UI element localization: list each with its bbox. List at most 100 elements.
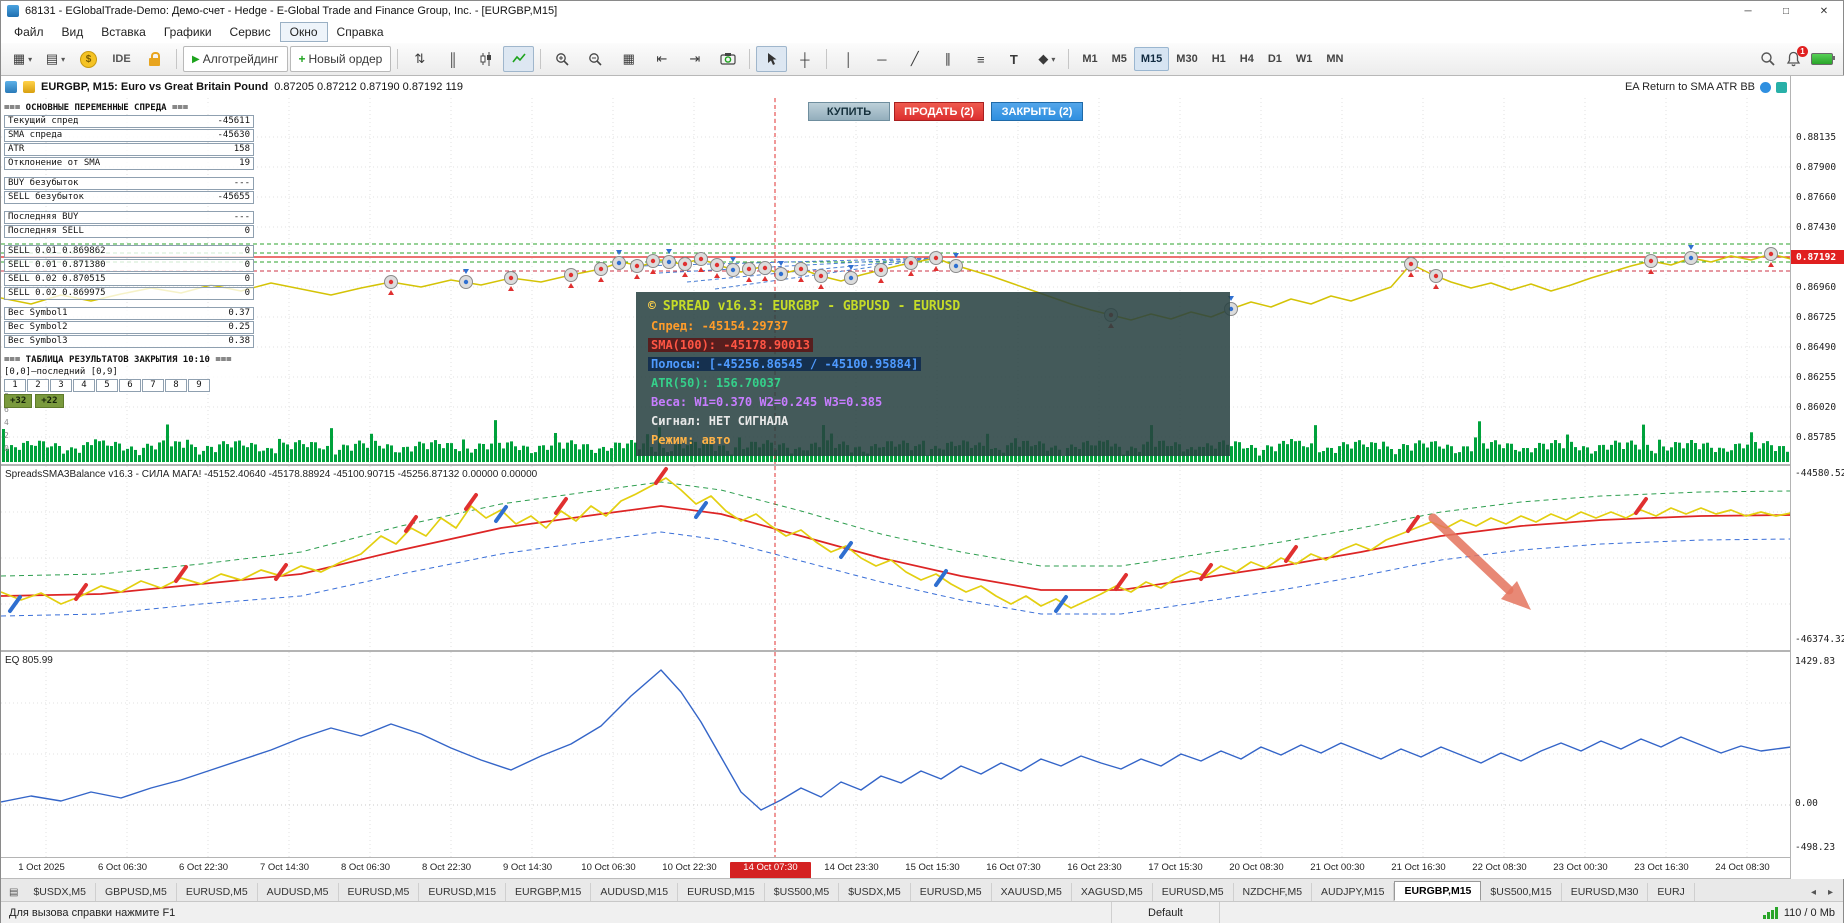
market-watch-button[interactable]: $: [73, 46, 104, 72]
menu-item[interactable]: Сервис: [221, 23, 280, 41]
chart-tab[interactable]: NZDCHF,M5: [1234, 883, 1313, 901]
row-value: 0: [244, 288, 250, 298]
crosshair-button[interactable]: ┼: [789, 46, 820, 72]
zoom-out-button[interactable]: [580, 46, 611, 72]
tabs-scroll-right-icon[interactable]: ▸: [1822, 884, 1839, 901]
cursor-button[interactable]: [756, 46, 788, 72]
sort-button[interactable]: ⇅: [404, 46, 435, 72]
chart-ohlc-values: 0.87205 0.87212 0.87190 0.87192 119: [274, 81, 463, 93]
price-scale-label: 0.87660: [1796, 191, 1837, 203]
new-order-button[interactable]: + Новый ордер: [289, 46, 392, 72]
chart-tab[interactable]: AUDJPY,M15: [1312, 883, 1395, 901]
fibonacci-button[interactable]: ≡: [965, 46, 996, 72]
price-scale-label: 0.87430: [1796, 221, 1837, 233]
equity-indicator-chart[interactable]: [1, 652, 1791, 857]
menu-item[interactable]: Вид: [53, 23, 93, 41]
zoom-in-button[interactable]: [547, 46, 578, 72]
price-scale-labels: 0.88135 0.87900 0.87660 0.87430 0.87192 0.869…: [1791, 122, 1844, 452]
sell-button[interactable]: ПРОДАТЬ (2): [894, 102, 984, 121]
chart-tab[interactable]: EURGBP,M15: [506, 883, 592, 901]
chart-tab[interactable]: XAGUSD,M5: [1072, 883, 1153, 901]
window-title: 68131 - EGlobalTrade-Demo: Демо-счет - H…: [25, 5, 558, 17]
panel-separator[interactable]: [1, 464, 1844, 466]
timeframe-button[interactable]: H4: [1233, 47, 1261, 71]
lock-button[interactable]: [139, 46, 170, 72]
chart-tab[interactable]: EURGBP,M15: [1394, 881, 1482, 901]
chart-tab[interactable]: $USDX,M5: [24, 883, 96, 901]
trendline-button[interactable]: ╱: [899, 46, 930, 72]
close-positions-button[interactable]: ЗАКРЫТЬ (2): [991, 102, 1083, 121]
search-icon[interactable]: [1760, 51, 1776, 67]
chart-tab[interactable]: GBPUSD,M5: [96, 883, 177, 901]
ide-button[interactable]: IDE: [106, 46, 137, 72]
horizontal-line-button[interactable]: ─: [866, 46, 897, 72]
panel-separator[interactable]: [1, 650, 1844, 652]
tabs-menu-icon[interactable]: ▤: [3, 884, 24, 901]
chart-tab[interactable]: EURUSD,M30: [1562, 883, 1649, 901]
time-axis-label: 9 Oct 14:30: [502, 862, 553, 873]
zoom-in-icon: [556, 52, 569, 66]
chart-tab[interactable]: EURUSD,M5: [1153, 883, 1234, 901]
profiles-button[interactable]: ▤ ▾: [40, 46, 71, 72]
spread-indicator-chart[interactable]: [1, 466, 1791, 650]
maximize-button[interactable]: □: [1767, 1, 1805, 21]
timeframe-button[interactable]: M1: [1075, 47, 1104, 71]
price-scale-label: 0.86020: [1796, 401, 1837, 413]
chart-tab[interactable]: AUDUSD,M15: [591, 883, 679, 901]
algo-trading-button[interactable]: ▶ Алготрейдинг: [183, 46, 288, 72]
menu-item[interactable]: Справка: [328, 23, 393, 41]
tabs-scroll-left-icon[interactable]: ◂: [1805, 884, 1822, 901]
timeframe-button[interactable]: M30: [1169, 47, 1204, 71]
screenshot-button[interactable]: [712, 46, 743, 72]
table-row: Вес Symbol2 0.25: [4, 321, 254, 334]
time-axis-label: 14 Oct 07:30: [730, 862, 811, 879]
results-subtitle: [0,0]—последний [0,9]: [4, 367, 254, 378]
minimize-button[interactable]: ─: [1729, 1, 1767, 21]
auto-scroll-button[interactable]: ⇥: [679, 46, 710, 72]
text-tool-button[interactable]: T: [998, 46, 1029, 72]
chart-tab[interactable]: EURUSD,M5: [177, 883, 258, 901]
timeframe-button[interactable]: MN: [1319, 47, 1350, 71]
chart-tab[interactable]: $USDX,M5: [839, 883, 911, 901]
timeframe-button[interactable]: M15: [1133, 47, 1170, 71]
row-label: ATR: [8, 144, 25, 154]
chart-tab[interactable]: XAUUSD,M5: [992, 883, 1072, 901]
buy-button[interactable]: КУПИТЬ: [808, 102, 890, 121]
info-panel-row: Полосы: [-45256.86545 / -45100.95884]: [648, 357, 922, 371]
time-axis-label: 16 Oct 23:30: [1067, 862, 1122, 873]
info-panel-title-row: © SPREAD v16.3: EURGBP - GBPUSD - EURUSD: [648, 299, 1218, 314]
timeframe-button[interactable]: W1: [1289, 47, 1320, 71]
channel-button[interactable]: ∥: [932, 46, 963, 72]
shapes-button[interactable]: ◆ ▾: [1031, 46, 1062, 72]
chart-tab[interactable]: EURUSD,M5: [911, 883, 992, 901]
menu-item[interactable]: Файл: [5, 23, 53, 41]
menu-item[interactable]: Вставка: [92, 23, 155, 41]
menu-item[interactable]: Окно: [279, 22, 328, 42]
grid-button[interactable]: ▦: [613, 46, 644, 72]
candle-chart-button[interactable]: [470, 46, 501, 72]
chart-tab[interactable]: EURUSD,M5: [339, 883, 420, 901]
close-button[interactable]: ✕: [1805, 1, 1843, 21]
time-axis[interactable]: 1 Oct 2025 6 Oct 06:30 6 Oct 22:30 7 Oct 14…: [1, 857, 1791, 879]
line-chart-button[interactable]: [503, 46, 535, 72]
price-scale[interactable]: 0.88135 0.87900 0.87660 0.87430 0.87192 0.869…: [1790, 76, 1844, 879]
bar-chart-button[interactable]: ║: [437, 46, 468, 72]
chart-tab[interactable]: EURUSD,M15: [419, 883, 507, 901]
timeframe-button[interactable]: M5: [1105, 47, 1134, 71]
notifications-button[interactable]: 1: [1786, 46, 1808, 67]
chart-tab[interactable]: EURJ: [1648, 883, 1695, 901]
chart-tab[interactable]: EURUSD,M15: [678, 883, 765, 901]
chart-shift-button[interactable]: ⇤: [646, 46, 677, 72]
lock-icon: [149, 51, 160, 66]
row-value: 0.38: [228, 336, 250, 346]
menu-item[interactable]: Графики: [155, 23, 221, 41]
new-chart-button[interactable]: ▦ ▾: [7, 46, 38, 72]
timeframe-button[interactable]: H1: [1205, 47, 1233, 71]
chart-tab[interactable]: $US500,M5: [765, 883, 840, 901]
vertical-line-button[interactable]: │: [833, 46, 864, 72]
timeframe-button[interactable]: D1: [1261, 47, 1289, 71]
chart-tab[interactable]: AUDUSD,M5: [258, 883, 339, 901]
chart-tab[interactable]: $US500,M15: [1481, 883, 1562, 901]
time-axis-label: 8 Oct 22:30: [421, 862, 472, 873]
profile-selector[interactable]: Default: [1111, 902, 1220, 923]
